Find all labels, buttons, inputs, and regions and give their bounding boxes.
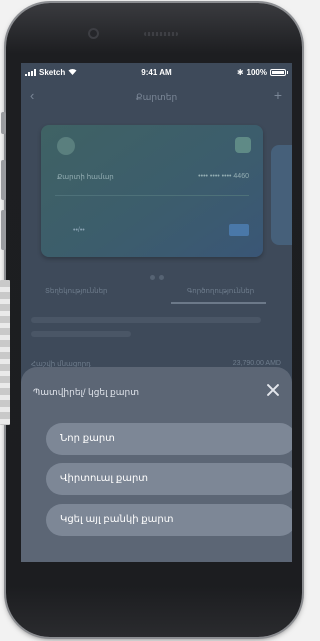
- active-tab-indicator: [171, 302, 266, 304]
- link-other-bank-card-button[interactable]: Կցել այլ բանկի քարտ: [46, 504, 292, 536]
- mute-switch: [1, 112, 6, 134]
- battery-icon: [270, 69, 288, 76]
- card-divider: [55, 195, 249, 196]
- card-settings-icon: [235, 137, 251, 153]
- phone-chin: [21, 562, 292, 622]
- bluetooth-icon: ✱: [236, 68, 244, 77]
- card-number: •••• •••• •••• 4460: [198, 173, 249, 180]
- sheet-title: Պատվիրել/ կցել քարտ: [33, 387, 140, 397]
- background-text-lines: [31, 317, 281, 345]
- card-chip-icon: [57, 137, 75, 155]
- bottom-sheet: Պատվիրել/ կցել քարտ Նոր քարտ Վիրտուալ քա…: [21, 367, 292, 562]
- new-card-button[interactable]: Նոր քարտ: [46, 423, 292, 455]
- tab-bar: Տեղեկություններ Գործողություններ: [21, 277, 292, 305]
- battery-percent: 100%: [246, 68, 267, 77]
- card-brand-logo-icon: [229, 224, 249, 236]
- next-card-peek: [271, 145, 292, 245]
- status-bar: Sketch 9:41 AM ✱ 100%: [21, 63, 292, 81]
- bank-card: Քարտի համար •••• •••• •••• 4460 ••/••: [41, 125, 263, 257]
- volume-down-button: [1, 210, 6, 250]
- balance-value: 23,790.00 AMD: [232, 360, 281, 367]
- nav-bar: ‹ Քարտեր +: [21, 81, 292, 113]
- side-sticker: [0, 280, 10, 425]
- add-icon: +: [273, 87, 282, 103]
- tab-actions: Գործողություններ: [187, 288, 255, 295]
- close-icon[interactable]: [264, 381, 282, 399]
- front-camera: [88, 28, 99, 39]
- earpiece-speaker: [144, 32, 178, 36]
- card-expiry: ••/••: [73, 227, 85, 234]
- status-right: ✱ 100%: [236, 68, 288, 77]
- tab-info: Տեղեկություններ: [45, 288, 108, 295]
- card-label: Քարտի համար: [57, 174, 114, 181]
- volume-up-button: [1, 160, 6, 200]
- phone-screen: Sketch 9:41 AM ✱ 100% ‹ Քարտեր + Քարտի հ…: [21, 63, 292, 562]
- nav-title: Քարտեր: [135, 92, 178, 102]
- virtual-card-button[interactable]: Վիրտուալ քարտ: [46, 463, 292, 495]
